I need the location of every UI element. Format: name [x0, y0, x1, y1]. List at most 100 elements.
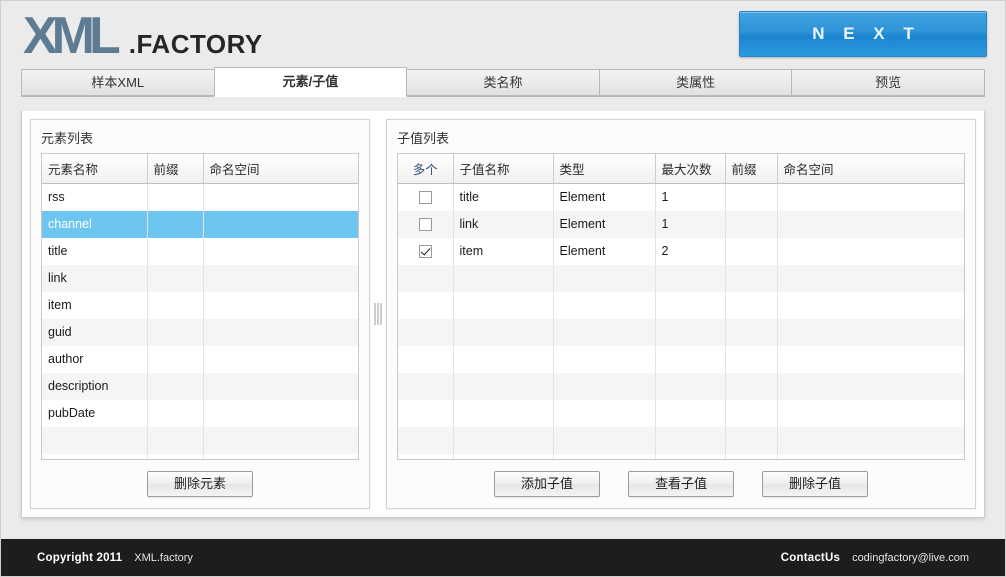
subvalue-list-title: 子值列表	[397, 131, 450, 146]
table-row-empty	[398, 345, 964, 373]
column-header-element-name[interactable]: 元素名称	[42, 154, 148, 184]
column-header-max-count[interactable]: 最大次数	[655, 154, 726, 184]
cell-empty	[147, 426, 204, 454]
add-subvalue-button[interactable]: 添加子值	[494, 471, 600, 497]
cell-empty	[398, 264, 454, 292]
cell-element-namespace	[203, 291, 358, 319]
cell-element-name: title	[42, 237, 148, 265]
table-row[interactable]: item Element 2	[398, 237, 964, 265]
subvalue-list-panel: 子值列表 多个 子值名称 类型 最大次数 前缀 命名空间 title Eleme…	[386, 119, 976, 509]
cell-empty	[453, 318, 554, 346]
checkbox-checked-icon[interactable]	[418, 245, 432, 259]
checkbox-unchecked-icon[interactable]	[418, 218, 432, 232]
table-row[interactable]: title	[42, 237, 358, 265]
tab-elements-subvalues[interactable]: 元素/子值	[213, 67, 408, 97]
cell-element-name: link	[42, 264, 148, 292]
tab-class-name[interactable]: 类名称	[407, 69, 599, 96]
cell-empty	[725, 372, 778, 400]
cell-empty	[453, 345, 554, 373]
subvalue-list-grid-wrapper: 多个 子值名称 类型 最大次数 前缀 命名空间 title Element 1 lin…	[397, 153, 965, 460]
cell-element-namespace	[203, 318, 358, 346]
table-row[interactable]: title Element 1	[398, 183, 964, 211]
content-area: 元素列表 元素名称 前缀 命名空间 rss channel title link ite…	[21, 111, 985, 518]
table-header-row: 多个 子值名称 类型 最大次数 前缀 命名空间	[398, 154, 964, 184]
cell-empty	[553, 318, 656, 346]
application-window: XML .FACTORY N E X T 样本XML 元素/子值 类名称 类属性 …	[0, 0, 1006, 577]
cell-empty	[777, 426, 964, 454]
footer-copyright: Copyright 2011	[37, 551, 123, 564]
cell-element-name: rss	[42, 183, 148, 211]
cell-element-namespace	[203, 210, 358, 238]
cell-empty	[655, 291, 726, 319]
column-header-multiple[interactable]: 多个	[398, 154, 454, 184]
cell-empty	[553, 264, 656, 292]
element-list-panel: 元素列表 元素名称 前缀 命名空间 rss channel title link ite…	[30, 119, 370, 509]
column-header-prefix[interactable]: 前缀	[725, 154, 778, 184]
cell-empty	[398, 318, 454, 346]
cell-element-namespace	[203, 183, 358, 211]
cell-empty	[553, 399, 656, 427]
cell-element-prefix	[147, 210, 204, 238]
panel-splitter[interactable]	[370, 119, 386, 509]
page-footer: Copyright 2011 XML.factory ContactUs cod…	[1, 539, 1005, 576]
column-header-prefix[interactable]: 前缀	[147, 154, 204, 184]
cell-subvalue-namespace	[777, 210, 964, 238]
cell-element-name: author	[42, 345, 148, 373]
element-panel-actions: 删除元素	[31, 460, 369, 508]
cell-empty	[655, 372, 726, 400]
cell-empty	[453, 399, 554, 427]
cell-empty	[453, 372, 554, 400]
table-row-empty	[398, 399, 964, 427]
subvalue-list-body: title Element 1 link Element 1 item Element 2	[398, 183, 964, 459]
logo-text-factory: .FACTORY	[128, 29, 263, 59]
column-header-namespace[interactable]: 命名空间	[777, 154, 964, 184]
table-row-empty	[398, 264, 964, 292]
next-button[interactable]: N E X T	[739, 11, 987, 57]
view-subvalue-button[interactable]: 查看子值	[628, 471, 734, 497]
column-header-subvalue-name[interactable]: 子值名称	[453, 154, 554, 184]
table-row[interactable]: pubDate	[42, 399, 358, 427]
app-header: XML .FACTORY N E X T	[1, 1, 1005, 69]
column-header-type[interactable]: 类型	[553, 154, 656, 184]
delete-element-button[interactable]: 删除元素	[147, 471, 253, 497]
table-row[interactable]: link Element 1	[398, 210, 964, 238]
cell-subvalue-namespace	[777, 183, 964, 211]
cell-empty	[725, 426, 778, 454]
table-row[interactable]: author	[42, 345, 358, 373]
cell-empty	[453, 291, 554, 319]
cell-element-namespace	[203, 372, 358, 400]
cell-element-namespace	[203, 345, 358, 373]
table-row-empty	[398, 372, 964, 400]
cell-empty	[398, 426, 454, 454]
tab-bar: 样本XML 元素/子值 类名称 类属性 预览	[21, 67, 985, 97]
tab-preview[interactable]: 预览	[791, 69, 985, 96]
tab-sample-xml[interactable]: 样本XML	[21, 69, 214, 96]
footer-right: ContactUs codingfactory@live.com	[781, 552, 969, 564]
cell-empty	[777, 264, 964, 292]
table-row-empty	[398, 291, 964, 319]
table-row[interactable]: item	[42, 291, 358, 319]
cell-element-namespace	[203, 264, 358, 292]
delete-subvalue-button[interactable]: 删除子值	[762, 471, 868, 497]
table-row[interactable]: guid	[42, 318, 358, 346]
cell-empty	[655, 426, 726, 454]
footer-contact-email[interactable]: codingfactory@live.com	[852, 552, 969, 564]
tab-class-attributes[interactable]: 类属性	[598, 69, 792, 96]
cell-empty	[725, 345, 778, 373]
cell-empty	[553, 345, 656, 373]
table-row[interactable]: link	[42, 264, 358, 292]
table-row-empty	[398, 318, 964, 346]
table-row[interactable]: channel	[42, 210, 358, 238]
checkbox-unchecked-icon[interactable]	[418, 191, 432, 205]
table-row[interactable]: rss	[42, 183, 358, 211]
table-row[interactable]: description	[42, 372, 358, 400]
cell-subvalue-max-count: 1	[655, 210, 726, 238]
table-row-empty	[398, 426, 964, 454]
cell-element-name: pubDate	[42, 399, 148, 427]
column-header-namespace[interactable]: 命名空间	[203, 154, 358, 184]
footer-left: Copyright 2011 XML.factory	[37, 552, 193, 564]
cell-subvalue-type: Element	[553, 237, 656, 265]
cell-element-prefix	[147, 399, 204, 427]
cell-empty	[777, 399, 964, 427]
cell-empty	[655, 345, 726, 373]
